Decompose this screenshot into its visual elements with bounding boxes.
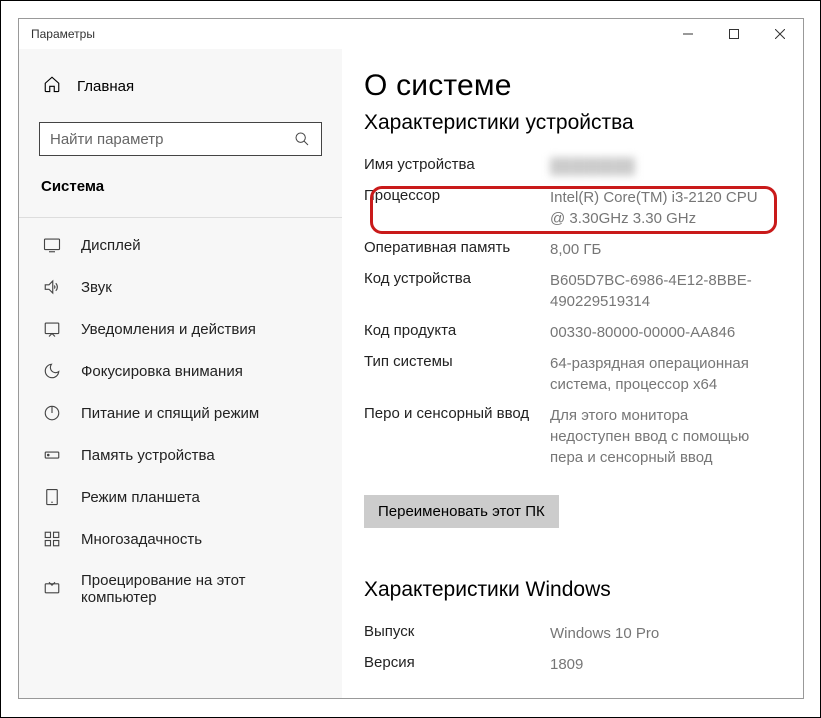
sidebar-item-label: Звук xyxy=(81,279,112,296)
sidebar-item-label: Дисплей xyxy=(81,237,141,254)
spec-value: 00330-80000-00000-AA846 xyxy=(550,322,763,343)
sidebar-item-label: Проецирование на этот компьютер xyxy=(81,572,318,606)
spec-label: Оперативная память xyxy=(364,239,550,260)
page-title: О системе xyxy=(364,69,763,103)
spec-value: 8,00 ГБ xyxy=(550,239,763,260)
display-icon xyxy=(43,236,61,254)
sidebar-item-multitasking[interactable]: Многозадачность xyxy=(19,518,342,560)
spec-row-devicename: Имя устройства ████████ xyxy=(364,151,763,182)
spec-row-processor: Процессор Intel(R) Core(TM) i3-2120 CPU … xyxy=(364,182,763,234)
spec-label: Тип системы xyxy=(364,353,550,395)
search-input-container[interactable] xyxy=(39,122,322,156)
window-titlebar: Параметры xyxy=(19,19,803,49)
sidebar-item-label: Многозадачность xyxy=(81,531,202,548)
device-specs-header: Характеристики устройства xyxy=(364,111,763,135)
sidebar-item-label: Режим планшета xyxy=(81,489,200,506)
sidebar-divider xyxy=(19,217,342,218)
spec-value: B605D7BC-6986-4E12-8BBE-490229519314 xyxy=(550,270,763,312)
content-panel: О системе Характеристики устройства Имя … xyxy=(342,49,803,698)
power-icon xyxy=(43,404,61,422)
windows-specs-header: Характеристики Windows xyxy=(364,578,763,602)
spec-label: Версия xyxy=(364,654,550,675)
search-input[interactable] xyxy=(50,131,293,148)
windows-specs-table: Выпуск Windows 10 Pro Версия 1809 xyxy=(364,618,763,680)
spec-value: Intel(R) Core(TM) i3-2120 CPU @ 3.30GHz … xyxy=(550,187,763,229)
sidebar-item-sound[interactable]: Звук xyxy=(19,266,342,308)
minimize-button[interactable] xyxy=(665,19,711,49)
spec-value: 1809 xyxy=(550,654,763,675)
maximize-button[interactable] xyxy=(711,19,757,49)
storage-icon xyxy=(43,446,61,464)
notification-icon xyxy=(43,320,61,338)
sound-icon xyxy=(43,278,61,296)
sidebar-item-focus-assist[interactable]: Фокусировка внимания xyxy=(19,350,342,392)
home-icon xyxy=(43,75,61,98)
spec-label: Процессор xyxy=(364,187,550,229)
spec-value: Для этого монитора недоступен ввод с пом… xyxy=(550,405,763,468)
spec-value: 64-разрядная операционная система, проце… xyxy=(550,353,763,395)
spec-label: Код продукта xyxy=(364,322,550,343)
spec-label: Имя устройства xyxy=(364,156,550,177)
rename-pc-button[interactable]: Переименовать этот ПК xyxy=(364,495,559,528)
projecting-icon xyxy=(43,580,61,598)
sidebar-item-notifications[interactable]: Уведомления и действия xyxy=(19,308,342,350)
tablet-icon xyxy=(43,488,61,506)
spec-row-deviceid: Код устройства B605D7BC-6986-4E12-8BBE-4… xyxy=(364,265,763,317)
sidebar-item-label: Питание и спящий режим xyxy=(81,405,259,422)
sidebar-section-header: Система xyxy=(39,178,322,195)
spec-row-edition: Выпуск Windows 10 Pro xyxy=(364,618,763,649)
sidebar: Главная Система Дисплей Звук Увед xyxy=(19,49,342,698)
sidebar-item-label: Уведомления и действия xyxy=(81,321,256,338)
sidebar-home-label: Главная xyxy=(77,78,134,95)
sidebar-item-display[interactable]: Дисплей xyxy=(19,224,342,266)
spec-row-productid: Код продукта 00330-80000-00000-AA846 xyxy=(364,317,763,348)
focus-icon xyxy=(43,362,61,380)
multitasking-icon xyxy=(43,530,61,548)
sidebar-item-power[interactable]: Питание и спящий режим xyxy=(19,392,342,434)
spec-label: Выпуск xyxy=(364,623,550,644)
search-icon xyxy=(293,130,311,148)
sidebar-item-label: Память устройства xyxy=(81,447,215,464)
spec-row-ram: Оперативная память 8,00 ГБ xyxy=(364,234,763,265)
sidebar-item-label: Фокусировка внимания xyxy=(81,363,243,380)
window-title: Параметры xyxy=(31,27,665,41)
spec-row-systemtype: Тип системы 64-разрядная операционная си… xyxy=(364,348,763,400)
spec-value: ████████ xyxy=(550,156,763,177)
spec-label: Перо и сенсорный ввод xyxy=(364,405,550,468)
spec-value: Windows 10 Pro xyxy=(550,623,763,644)
sidebar-item-storage[interactable]: Память устройства xyxy=(19,434,342,476)
close-button[interactable] xyxy=(757,19,803,49)
spec-label: Код устройства xyxy=(364,270,550,312)
sidebar-item-tablet[interactable]: Режим планшета xyxy=(19,476,342,518)
spec-row-version: Версия 1809 xyxy=(364,649,763,680)
sidebar-home[interactable]: Главная xyxy=(39,69,322,104)
spec-row-pentouch: Перо и сенсорный ввод Для этого монитора… xyxy=(364,400,763,473)
sidebar-item-projecting[interactable]: Проецирование на этот компьютер xyxy=(19,560,342,618)
device-specs-table: Имя устройства ████████ Процессор Intel(… xyxy=(364,151,763,473)
